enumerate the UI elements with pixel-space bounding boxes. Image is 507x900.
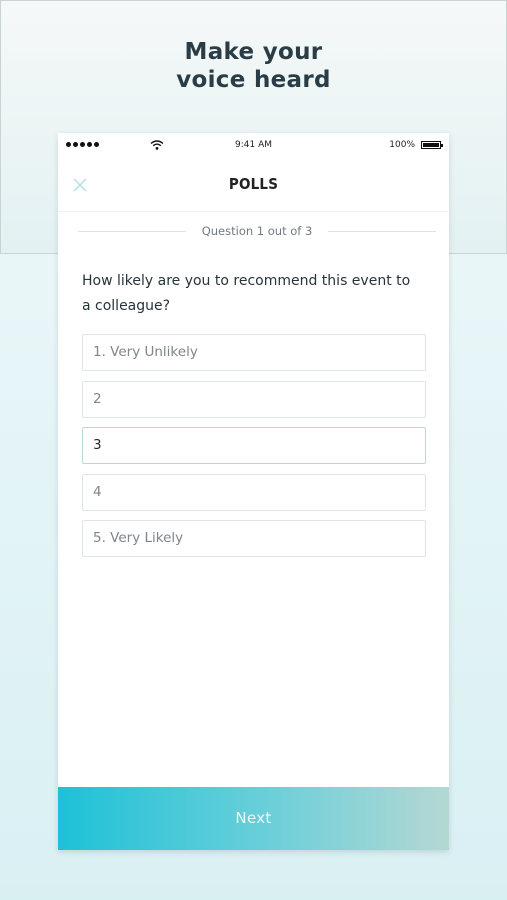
headline-line-1: Make your — [184, 39, 323, 65]
status-bar: 9:41 AM 100% — [58, 133, 449, 159]
question-progress: Question 1 out of 3 — [78, 223, 437, 239]
option-1[interactable]: 1. Very Unlikely — [82, 334, 426, 371]
progress-label: Question 1 out of 3 — [201, 224, 313, 238]
option-5[interactable]: 5. Very Likely — [82, 520, 426, 557]
headline-line-2: voice heard — [176, 67, 331, 93]
option-3[interactable]: 3 — [82, 427, 426, 464]
divider-right — [328, 230, 437, 232]
question-text: How likely are you to recommend this eve… — [82, 273, 411, 314]
battery-percentage: 100% — [389, 140, 415, 150]
nav-bar: POLLS — [58, 159, 449, 212]
option-4[interactable]: 4 — [82, 473, 426, 511]
option-2[interactable]: 2 — [82, 380, 426, 418]
page-title: POLLS — [228, 175, 279, 193]
next-button[interactable]: Next — [58, 787, 449, 850]
promo-headline: Make your voice heard — [0, 38, 507, 94]
divider-left — [78, 230, 186, 232]
phone-screen: 9:41 AM 100% POLLS Question 1 out of 3 H… — [58, 133, 449, 850]
battery-icon — [421, 141, 443, 149]
answer-options: 1. Very Unlikely 2 3 4 5. Very Likely — [82, 334, 426, 567]
